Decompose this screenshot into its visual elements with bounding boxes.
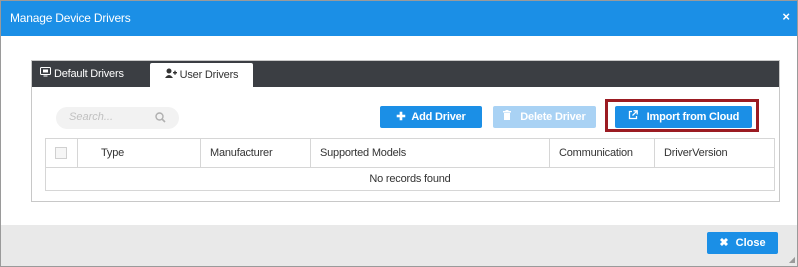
add-driver-label: Add Driver [411,111,466,123]
dialog-title: Manage Device Drivers [10,11,131,25]
close-x-icon: ✖ [719,237,729,249]
column-header-communication[interactable]: Communication [559,139,633,167]
column-header-type[interactable]: Type [101,139,124,167]
column-header-manufacturer[interactable]: Manufacturer [210,139,273,167]
delete-driver-label: Delete Driver [520,111,586,123]
table-header: Type Manufacturer Supported Models Commu… [46,139,774,168]
tab-user-drivers[interactable]: User Drivers [150,63,253,87]
tab-default-drivers-label: Default Drivers [54,68,124,80]
manage-device-drivers-dialog: Manage Device Drivers × Default Drivers … [0,0,798,267]
empty-table-message: No records found [369,173,451,185]
resize-grip-icon[interactable]: ◢ [789,255,795,264]
tab-default-drivers[interactable]: Default Drivers [40,61,140,87]
select-all-checkbox[interactable] [55,147,67,159]
tab-user-drivers-label: User Drivers [179,69,239,81]
plus-icon: ✚ [396,111,406,123]
column-header-supported-models[interactable]: Supported Models [320,139,406,167]
import-from-cloud-label: Import from Cloud [646,111,740,123]
tab-bar: Default Drivers User Drivers [32,61,779,87]
column-divider [549,139,550,167]
import-from-cloud-button[interactable]: Import from Cloud [615,106,752,128]
add-driver-button[interactable]: ✚ Add Driver [380,106,482,128]
dialog-footer: ✖ Close ◢ [1,225,797,266]
external-link-icon [628,110,641,123]
column-divider [654,139,655,167]
dialog-title-bar: Manage Device Drivers × [1,1,797,36]
drivers-toolbar: Search... ✚ Add Driver Delete Driver Impo… [32,87,779,133]
delete-driver-button[interactable]: Delete Driver [493,106,596,128]
close-button[interactable]: ✖ Close [707,232,778,254]
column-divider [77,139,78,167]
search-icon [155,108,166,126]
column-divider [310,139,311,167]
close-button-label: Close [735,237,766,249]
column-divider [200,139,201,167]
user-add-icon [164,63,177,87]
drivers-table: Type Manufacturer Supported Models Commu… [45,138,775,191]
search-input[interactable]: Search... [56,107,179,129]
trash-icon [503,110,514,123]
monitor-icon [40,61,51,87]
drivers-panel: Default Drivers User Drivers Search... ✚… [31,60,780,202]
search-placeholder: Search... [69,111,114,123]
close-icon[interactable]: × [782,9,790,24]
column-header-driver-version[interactable]: DriverVersion [664,139,728,167]
